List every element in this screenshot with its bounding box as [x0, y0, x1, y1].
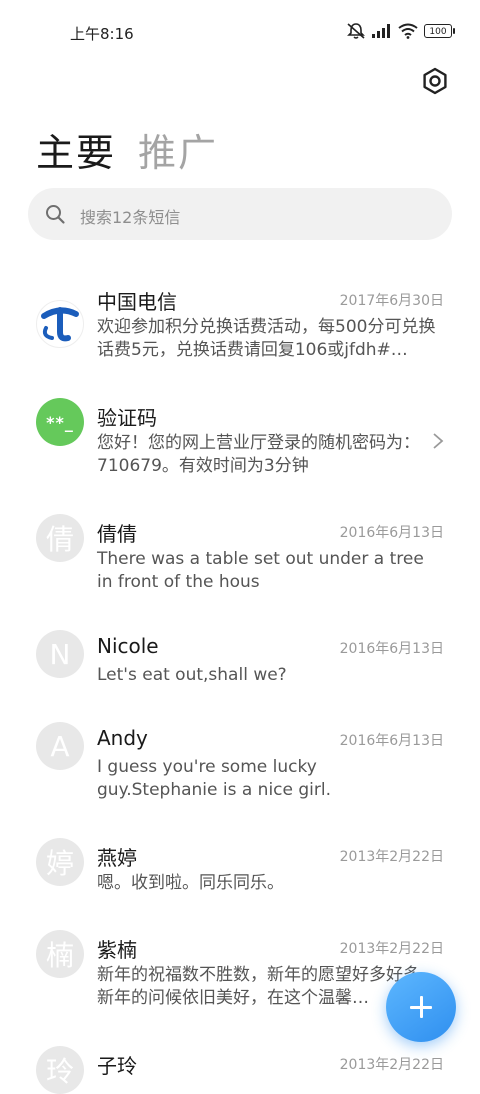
chevron-right-icon[interactable]	[432, 432, 444, 450]
settings-icon[interactable]	[420, 66, 450, 96]
message-preview: 欢迎参加积分兑换话费活动，每500分可兑换话费5元，兑换话费请回复106或jfd…	[97, 317, 436, 360]
message-preview: Let's eat out,shall we?	[97, 665, 287, 685]
search-placeholder: 搜索12条短信	[80, 208, 181, 227]
conversation-item[interactable]: 中国电信 2017年6月30日 欢迎参加积分兑换话费活动，每500分可兑换话费5…	[0, 282, 480, 394]
avatar: 玲	[36, 1046, 84, 1094]
contact-name: 子玲	[97, 1054, 137, 1078]
message-date: 2016年6月13日	[339, 525, 444, 541]
avatar: 婷	[36, 838, 84, 886]
wifi-icon	[398, 23, 418, 39]
search-icon	[46, 205, 65, 224]
contact-name: Nicole	[97, 634, 159, 658]
mute-icon	[347, 23, 365, 39]
battery-icon: 100	[424, 24, 455, 38]
message-preview: I guess you're some lucky guy.Stephanie …	[97, 757, 332, 800]
conversation-item[interactable]: **_ 验证码 您好！您的网上营业厅登录的随机密码为：710679。有效时间为3…	[0, 398, 480, 510]
avatar	[36, 300, 84, 348]
message-preview: There was a table set out under a tree i…	[97, 549, 424, 592]
message-preview: 嗯。收到啦。同乐同乐。	[97, 873, 284, 893]
avatar: N	[36, 630, 84, 678]
contact-name: 验证码	[97, 406, 157, 430]
contact-name: 中国电信	[97, 290, 177, 314]
message-date: 2016年6月13日	[339, 641, 444, 657]
contact-name: Andy	[97, 726, 148, 750]
contact-name: 紫楠	[97, 938, 137, 962]
telecom-logo-icon	[41, 307, 79, 342]
message-date: 2016年6月13日	[339, 733, 444, 749]
avatar: 倩	[36, 514, 84, 562]
conversation-item[interactable]: A Andy 2016年6月13日 I guess you're some lu…	[0, 722, 480, 834]
message-date: 2013年2月22日	[339, 849, 444, 865]
status-bar: 上午8:16 100	[0, 0, 480, 66]
search-bar[interactable]: 搜索12条短信	[28, 188, 452, 240]
signal-icon	[372, 24, 390, 38]
status-time: 上午8:16	[70, 25, 134, 43]
conversation-item[interactable]: 倩 倩倩 2016年6月13日 There was a table set ou…	[0, 514, 480, 626]
new-message-button[interactable]	[386, 972, 456, 1042]
contact-name: 燕婷	[97, 846, 137, 870]
message-date: 2013年2月22日	[339, 1057, 444, 1073]
avatar: 楠	[36, 930, 84, 978]
message-preview: 您好！您的网上营业厅登录的随机密码为：710679。有效时间为3分钟	[97, 433, 420, 476]
tab-primary[interactable]: 主要	[36, 122, 116, 177]
avatar: **_	[36, 398, 84, 446]
avatar: A	[36, 722, 84, 770]
status-icons: 100	[346, 22, 455, 40]
message-date: 2017年6月30日	[339, 293, 444, 309]
message-date: 2013年2月22日	[339, 941, 444, 957]
contact-name: 倩倩	[97, 522, 137, 546]
tab-promotions[interactable]: 推广	[138, 122, 218, 177]
conversation-item[interactable]: 玲 子玲 2013年2月22日	[0, 1046, 480, 1094]
tab-bar: 主要 推广	[36, 122, 218, 177]
